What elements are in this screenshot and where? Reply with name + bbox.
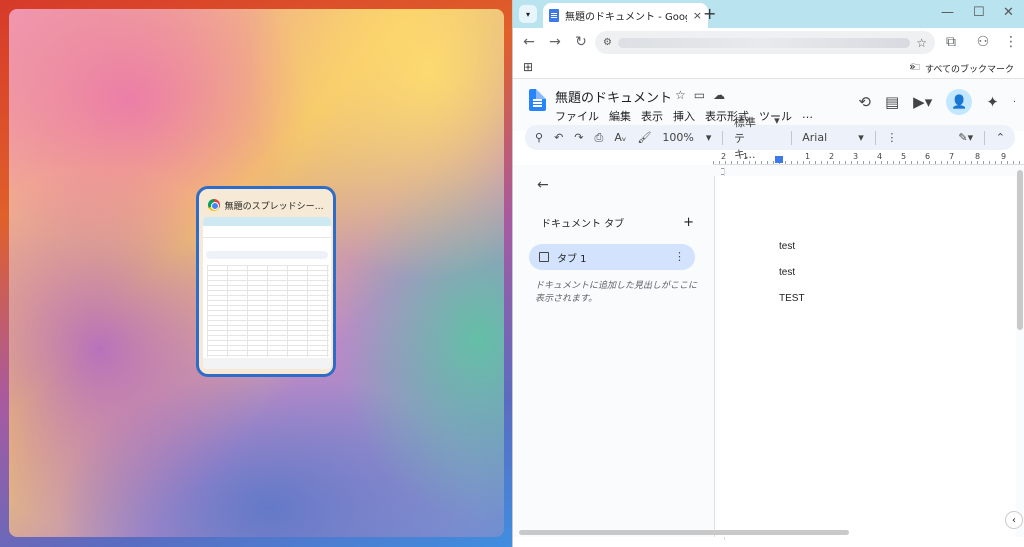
desktop-wallpaper: 無題のスプレッドシート - Go...	[0, 0, 512, 547]
profile-icon[interactable]: ⚇	[975, 34, 991, 50]
snap-assist-pane: 無題のスプレッドシート - Go...	[9, 9, 504, 537]
all-bookmarks-label: すべてのブックマーク	[924, 64, 1014, 75]
thumbnail-preview	[203, 217, 331, 369]
all-bookmarks-button[interactable]: 🗀 すべてのブックマーク	[911, 60, 1014, 76]
tab-title: 無題のドキュメント - Google ドキュ	[564, 12, 687, 23]
tab-label: タブ 1	[557, 253, 587, 265]
tab-more-icon[interactable]: ⋮	[674, 250, 685, 263]
folder-icon: 🗀	[910, 63, 920, 73]
collapse-toolbar-icon[interactable]: ⌃	[996, 131, 1005, 144]
close-window-button[interactable]: ✕	[1003, 5, 1014, 20]
horizontal-ruler: 2 1 1 2 3 4 5 6 7 8 9	[713, 152, 1024, 165]
docs-favicon-icon	[549, 9, 559, 22]
address-bar[interactable]: ⚙ ☆	[595, 31, 935, 54]
paint-format-icon[interactable]: 🖌	[637, 131, 651, 144]
more-tools-icon[interactable]: ⋮	[886, 131, 897, 144]
tab-search-button[interactable]: ▾	[519, 5, 537, 23]
side-panel-toggle-icon[interactable]: ‹	[1005, 511, 1023, 529]
browser-toolbar: ← → ↻ ⚙ ☆ ⧉ ⚇ ⋮	[513, 28, 1024, 56]
ruler-label: 7	[949, 152, 955, 161]
vertical-scrollbar[interactable]	[1017, 170, 1023, 330]
document-tab-item[interactable]: タブ 1 ⋮	[529, 244, 695, 270]
cloud-status-icon[interactable]: ☁	[713, 88, 725, 102]
outline-hint: ドキュメントに追加した見出しがここに表示されます。	[535, 281, 698, 304]
ruler-label: 2	[829, 152, 835, 161]
formatting-toolbar: ⚲ ↶ ↷ ⎙ Aᵥ 🖌 100%▾ 標準テキ...▾ Arial▾ ⋮ ✎▾ …	[525, 114, 1015, 161]
menu-view[interactable]: 表示	[641, 108, 663, 124]
ruler-label: 4	[877, 152, 883, 161]
menu-file[interactable]: ファイル	[555, 108, 599, 124]
ruler-label: 1	[743, 152, 749, 161]
editing-mode-icon[interactable]: ✎▾	[958, 131, 973, 144]
bookmarks-bar: ⊞ » 🗀 すべてのブックマーク	[513, 56, 1024, 79]
minimize-button[interactable]: —	[941, 5, 954, 20]
thumbnail-title: 無題のスプレッドシート - Go...	[224, 201, 329, 212]
back-icon[interactable]: ←	[521, 34, 537, 50]
print-icon[interactable]: ⎙	[595, 131, 604, 145]
share-button[interactable]: 👤	[946, 89, 973, 115]
ruler-label: 3	[853, 152, 859, 161]
thumbnail-titlebar: 無題のスプレッドシート - Go...	[203, 193, 329, 217]
document-outline: ← ドキュメント タブ + タブ 1 ⋮ ドキュメントに追加した見出しがここに表…	[529, 173, 704, 306]
search-menus-icon[interactable]: ⚲	[535, 131, 543, 144]
forward-icon[interactable]: →	[547, 34, 563, 50]
tab-close-icon[interactable]: ×	[693, 9, 702, 22]
tab-docs[interactable]: 無題のドキュメント - Google ドキュ ×	[543, 3, 708, 28]
address-text	[617, 37, 911, 48]
paragraph[interactable]: TEST	[779, 293, 805, 304]
menu-kebab-icon[interactable]: ⋮	[1003, 34, 1019, 50]
menu-more[interactable]: …	[802, 108, 813, 124]
move-folder-icon[interactable]: ▭	[694, 88, 705, 102]
outline-back-icon[interactable]: ←	[537, 177, 704, 193]
zoom-value: 100%	[662, 131, 694, 144]
menu-edit[interactable]: 編集	[609, 108, 631, 124]
redo-icon[interactable]: ↷	[574, 131, 583, 144]
indent-marker[interactable]	[775, 156, 783, 163]
ruler-label: 8	[975, 152, 981, 161]
more-icon[interactable]: ·	[1013, 97, 1016, 108]
ruler-label: 9	[1001, 152, 1007, 161]
ruler-label: 5	[901, 152, 907, 161]
add-tab-button[interactable]: +	[683, 215, 694, 230]
outline-heading: ドキュメント タブ	[541, 219, 625, 230]
document-page[interactable]: test test TEST	[714, 176, 1016, 537]
tab-doc-icon	[539, 252, 549, 262]
paragraph[interactable]: test	[779, 267, 795, 278]
document-title[interactable]: 無題のドキュメント	[555, 87, 672, 106]
ruler-label: 2	[721, 152, 727, 161]
gemini-icon[interactable]: ✦	[986, 93, 999, 111]
ruler-label: 1	[805, 152, 811, 161]
apps-icon[interactable]: ⊞	[523, 60, 533, 74]
version-history-icon[interactable]: ⟲	[858, 93, 871, 111]
snap-window-thumbnail[interactable]: 無題のスプレッドシート - Go...	[196, 186, 336, 377]
chrome-window: ▾ 無題のドキュメント - Google ドキュ × + — ☐ ✕ ← → ↻…	[512, 0, 1024, 547]
font-select[interactable]: Arial ▾	[802, 131, 864, 144]
tab-strip: ▾ 無題のドキュメント - Google ドキュ × + — ☐ ✕	[513, 0, 1024, 28]
font-value: Arial	[802, 131, 828, 144]
chrome-icon	[208, 199, 220, 211]
meet-icon[interactable]: ▶▾	[913, 93, 932, 111]
maximize-button[interactable]: ☐	[973, 5, 985, 20]
extensions-icon[interactable]: ⧉	[943, 34, 959, 50]
site-info-icon[interactable]: ⚙	[603, 37, 612, 48]
zoom-select[interactable]: 100% ▾	[662, 131, 711, 144]
horizontal-scrollbar[interactable]	[519, 530, 849, 535]
comments-icon[interactable]: ▤	[885, 93, 899, 111]
star-icon[interactable]: ☆	[675, 88, 686, 102]
ruler-label: 6	[925, 152, 931, 161]
bookmark-star-icon[interactable]: ☆	[916, 36, 927, 50]
paragraph[interactable]: test	[779, 241, 795, 252]
new-tab-button[interactable]: +	[703, 4, 716, 23]
undo-icon[interactable]: ↶	[554, 131, 563, 144]
reload-icon[interactable]: ↻	[573, 34, 589, 50]
spellcheck-icon[interactable]: Aᵥ	[614, 131, 626, 144]
document-body: ← ドキュメント タブ + タブ 1 ⋮ ドキュメントに追加した見出しがここに表…	[513, 165, 1024, 540]
docs-logo-icon[interactable]	[529, 89, 546, 111]
menu-insert[interactable]: 挿入	[673, 108, 695, 124]
